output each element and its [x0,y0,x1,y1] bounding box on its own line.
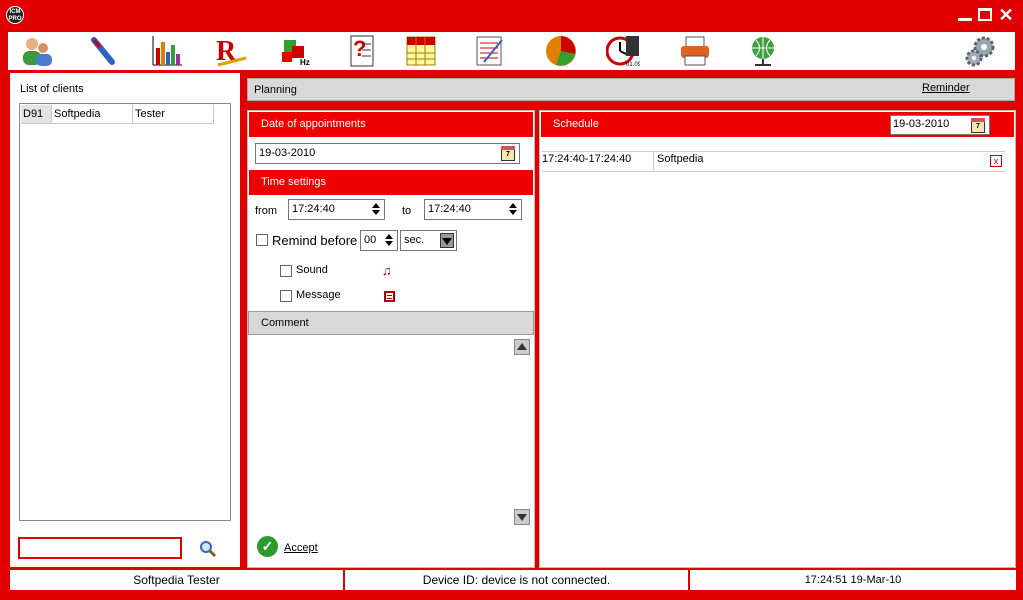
to-time-stepper[interactable]: 17:24:40 [424,199,522,220]
client-last-name-cell: Tester [133,105,214,124]
sound-label: Sound [296,264,328,276]
clients-title: List of clients [20,83,84,95]
delete-entry-icon[interactable]: x [990,155,1002,167]
bar-chart-icon[interactable] [150,34,184,68]
status-user: Softpedia Tester [10,570,343,590]
from-time-stepper[interactable]: 17:24:40 [288,199,385,220]
minimize-icon [958,18,972,21]
chevron-down-icon[interactable] [440,233,454,248]
calendar-icon[interactable]: 7 [501,146,515,161]
clients-panel: List of clients D91 Softpedia Tester [10,73,240,567]
planning-label: Planning [254,84,297,96]
reminder-link[interactable]: Reminder [922,82,970,94]
clients-icon[interactable] [20,34,54,68]
music-note-icon: ♫ [382,263,392,278]
date-of-appointments-header: Date of appointments [249,112,533,137]
app-logo-icon: ICM PRO [6,6,24,24]
comment-textarea[interactable] [250,337,532,527]
schedule-entry-row[interactable]: 17:24:40-17:24:40 Softpedia x [542,151,1005,172]
appointment-date-field[interactable]: 19-03-2010 7 [255,143,520,164]
from-time-value: 17:24:40 [292,203,335,215]
settings-gears-icon[interactable] [964,34,998,68]
svg-text:01.09: 01.09 [626,62,640,68]
accept-button[interactable]: Accept [284,542,318,554]
remind-before-stepper[interactable]: 00 [360,230,398,251]
schedule-header-label: Schedule [553,118,599,130]
calendar-icon[interactable]: 7 [971,118,985,133]
planning-bar: Planning Reminder [247,78,1015,101]
rx-icon[interactable]: R [214,34,248,68]
spin-arrows-icon[interactable] [508,201,518,218]
remind-before-checkbox[interactable] [256,234,268,246]
svg-text:Hz: Hz [300,58,310,67]
spin-arrows-icon[interactable] [371,201,381,218]
message-checkbox[interactable] [280,290,292,302]
message-icon [384,291,395,302]
toolbar: R Hz ? 01.09 [8,32,1015,70]
appointment-date-value: 19-03-2010 [259,147,316,159]
notepad-icon[interactable] [472,34,506,68]
schedule-entry-time: 17:24:40-17:24:40 [542,152,654,171]
probe-icon[interactable] [86,34,120,68]
message-label: Message [296,289,341,301]
pie-chart-icon[interactable] [544,34,578,68]
appointment-form-panel: Date of appointments 19-03-2010 7 Time s… [247,110,535,568]
client-search-input[interactable] [18,537,182,559]
time-settings-header: Time settings [249,170,533,195]
sound-checkbox[interactable] [280,265,292,277]
clock-icon[interactable]: 01.09 [606,34,640,68]
client-first-name-cell: Softpedia [52,105,133,124]
to-label: to [402,205,412,217]
globe-network-icon[interactable] [746,34,780,68]
schedule-date-field[interactable]: 19-03-2010 7 [890,115,990,135]
close-button[interactable]: ✕ [998,6,1014,24]
printer-icon[interactable] [678,34,712,68]
status-datetime: 17:24:51 19-Mar-10 [690,570,1016,590]
spin-arrows-icon[interactable] [384,232,394,249]
remind-unit-select[interactable]: sec. [400,230,457,251]
remind-unit-value: sec. [404,234,425,246]
svg-text:?: ? [353,36,366,61]
puzzle-hz-icon[interactable]: Hz [280,34,314,68]
maximize-icon [978,8,992,21]
check-icon[interactable]: ✓ [257,536,278,557]
search-icon[interactable] [198,539,218,559]
remind-before-label: Remind before [272,233,358,248]
questionnaire-icon[interactable]: ? [344,34,378,68]
maximize-button[interactable] [978,7,994,23]
remind-before-value: 00 [364,234,377,246]
minimize-button[interactable] [958,7,974,23]
schedule-entry-client: Softpedia [657,153,704,165]
to-time-value: 17:24:40 [428,203,471,215]
clients-list[interactable]: D91 Softpedia Tester [19,103,231,521]
comment-header: Comment [248,311,534,335]
title-bar: ICM PRO ✕ [0,0,1023,30]
grid-table-icon[interactable] [404,34,438,68]
client-id-cell: D91 [21,105,52,124]
scroll-up-icon[interactable] [514,339,530,355]
schedule-panel: Schedule 19-03-2010 7 17:24:40-17:24:40 … [539,110,1016,568]
status-device: Device ID: device is not connected. [345,570,688,590]
schedule-date-value: 19-03-2010 [893,118,950,130]
from-label: from [255,205,277,217]
table-row[interactable]: D91 Softpedia Tester [21,105,214,124]
scroll-down-icon[interactable] [514,509,530,525]
